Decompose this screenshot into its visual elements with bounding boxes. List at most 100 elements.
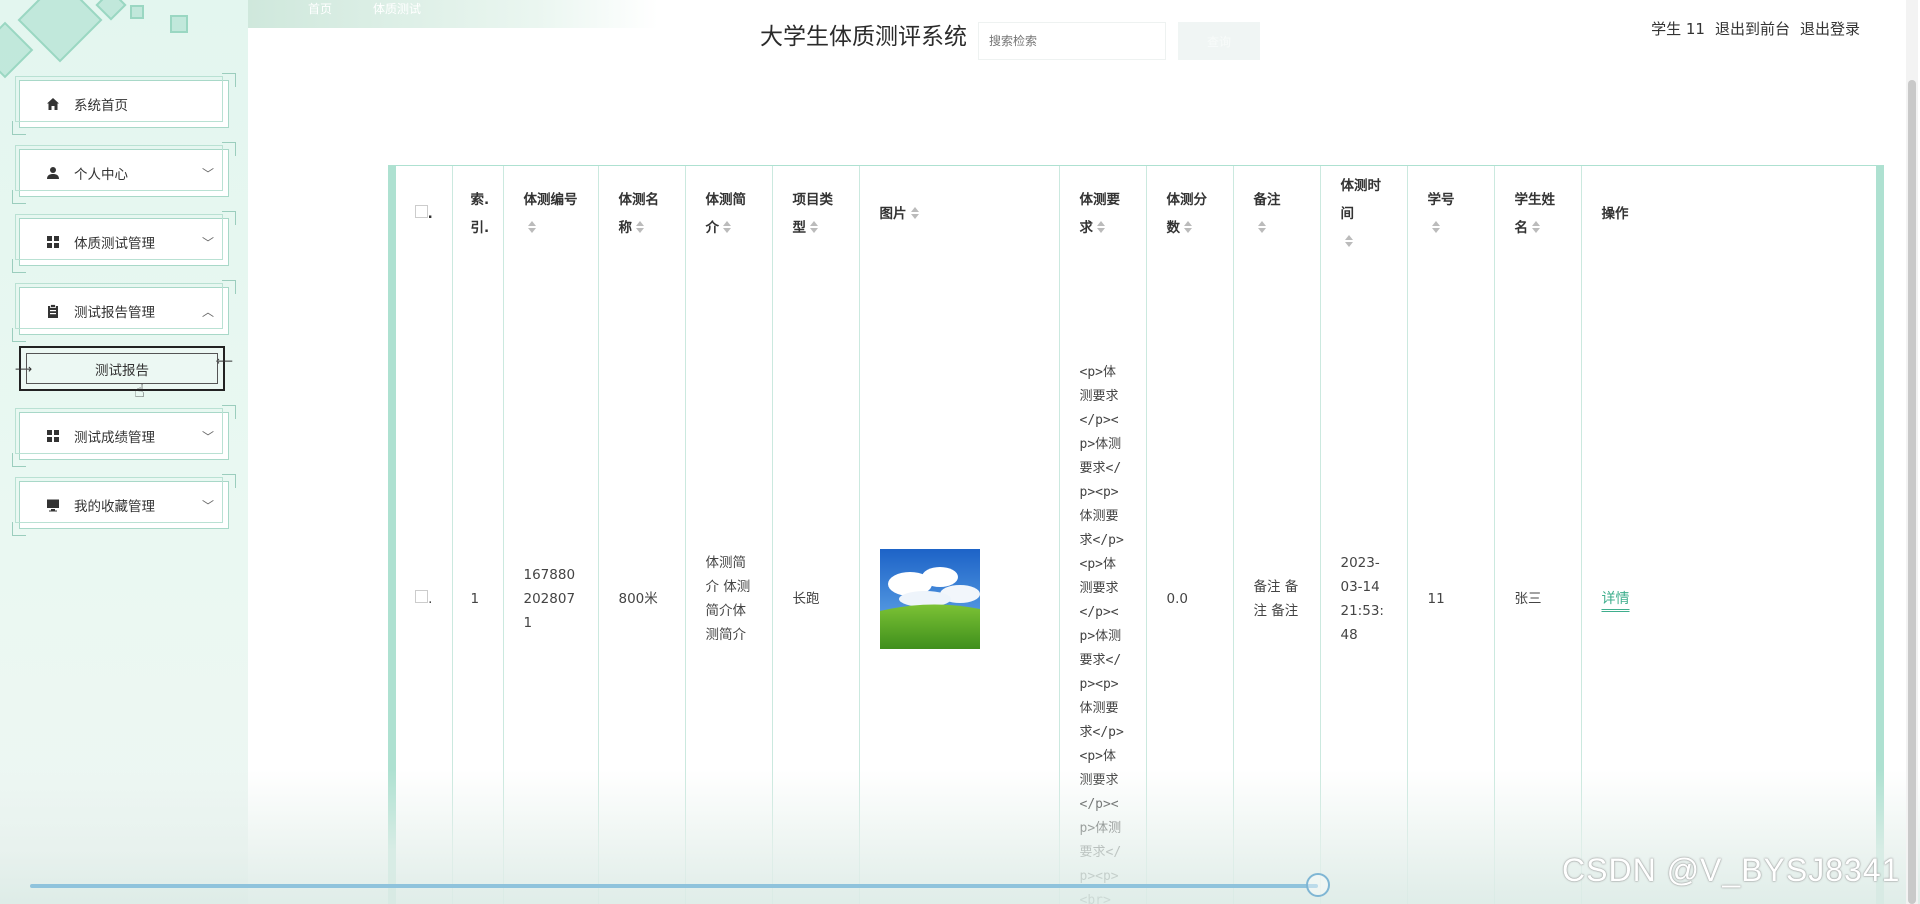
sidebar-item-label: 测试成绩管理 (74, 430, 155, 446)
submenu-item-label: 测试报告 (95, 362, 149, 379)
corner-decor (222, 474, 236, 488)
chevron-down-icon: ﹀ (201, 167, 214, 181)
sidebar-item-label: 体质测试管理 (74, 236, 155, 252)
hand-cursor-icon: ☝ (134, 381, 145, 402)
cell-type: 长跑 (771, 261, 859, 904)
breadcrumb-item[interactable]: 首页 (308, 0, 332, 17)
sort-icon[interactable] (1345, 235, 1353, 247)
vertical-scrollbar[interactable] (1906, 0, 1918, 904)
sidebar-item-fitness-test[interactable]: 体质测试管理 ﹀ (12, 211, 236, 273)
select-all-checkbox[interactable] (414, 204, 428, 218)
logout-link[interactable]: 退出登录 (1800, 18, 1860, 39)
monitor-icon (46, 498, 60, 512)
grid-icon (46, 235, 60, 249)
back-to-front-link[interactable]: 退出到前台 (1715, 18, 1790, 39)
decor-square (170, 15, 188, 33)
decor-square (17, 0, 103, 63)
column-header-index: 索.引. (451, 166, 503, 261)
home-icon (46, 97, 60, 111)
cell-score: 0.0 (1145, 261, 1233, 904)
corner-decor (12, 190, 26, 204)
column-header-image[interactable]: 图片 (858, 166, 1059, 261)
sort-icon[interactable] (528, 221, 536, 233)
column-header-requirement[interactable]: 体测要求 (1058, 166, 1146, 261)
watermark: CSDN @V_BYSJ8341 (1562, 852, 1901, 888)
vertical-scroll-thumb[interactable] (1908, 80, 1916, 904)
sort-icon[interactable] (911, 207, 919, 219)
corner-decor (12, 328, 26, 342)
horizontal-scroll-handle[interactable] (1306, 873, 1330, 897)
column-header-note[interactable]: 备注 (1232, 166, 1320, 261)
sidebar-item-label: 个人中心 (74, 167, 128, 183)
corner-decor (222, 73, 236, 87)
table-row: . 1 1678802028071 800米 体测简介 体测简介体测简介 长跑 (396, 261, 1886, 904)
sidebar-item-label: 系统首页 (74, 98, 128, 114)
detail-link[interactable]: 详情 (1602, 591, 1630, 607)
corner-decor (222, 142, 236, 156)
clipboard-icon (46, 304, 60, 318)
corner-decor (222, 405, 236, 419)
sort-icon[interactable] (1184, 221, 1192, 233)
cell-student-name: 张三 (1493, 261, 1581, 904)
sidebar-item-test-report[interactable]: 测试报告管理 ︿ (12, 280, 236, 342)
column-header-label: 备注 (1253, 191, 1281, 208)
chevron-down-icon: ﹀ (201, 499, 214, 513)
column-header-score[interactable]: 体测分数 (1145, 166, 1233, 261)
column-header-time[interactable]: 体测时间 (1319, 166, 1407, 261)
chevron-down-icon: ﹀ (201, 430, 214, 444)
sort-icon[interactable] (723, 221, 731, 233)
cell-name: 800米 (597, 261, 685, 904)
row-checkbox-cell: . (396, 261, 452, 904)
sidebar-item-favorites[interactable]: 我的收藏管理 ﹀ (12, 474, 236, 536)
page-title: 大学生体质测评系统 (760, 24, 967, 50)
sidebar-item-personal-center[interactable]: 个人中心 ﹀ (12, 142, 236, 204)
user-bar: 学生 11 退出到前台 退出登录 (1651, 18, 1860, 39)
column-header-label: 学号 (1427, 191, 1455, 208)
column-header-student-name[interactable]: 学生姓名 (1493, 166, 1581, 261)
breadcrumb-item[interactable]: 体质测试 (373, 0, 421, 17)
search-button[interactable]: 查询 (1178, 22, 1260, 60)
sort-icon[interactable] (636, 221, 644, 233)
column-header-label: 体测编号 (523, 191, 578, 208)
select-all-checkbox-cell: . (396, 166, 452, 261)
search-input[interactable] (978, 22, 1166, 60)
data-table-container: . 索.引. 体测编号 体测名称 体测简介 项目类型 图片 体测要求 体测分数 … (388, 165, 1886, 904)
breadcrumb: 首页 体质测试 (248, 0, 658, 28)
column-header-intro[interactable]: 体测简介 (684, 166, 772, 261)
sort-icon[interactable] (1432, 221, 1440, 233)
sidebar-item-home[interactable]: 系统首页 (12, 73, 236, 135)
corner-decor (222, 280, 236, 294)
arrow-left-icon: ⟵ (215, 354, 233, 368)
sidebar-item-test-score[interactable]: 测试成绩管理 ﹀ (12, 405, 236, 467)
column-header-label: 图片 (879, 205, 907, 222)
sort-icon[interactable] (1258, 221, 1266, 233)
row-checkbox[interactable] (415, 590, 429, 603)
cell-time: 2023-03-14 21:53:48 (1319, 261, 1407, 904)
table-header-row: . 索.引. 体测编号 体测名称 体测简介 项目类型 图片 体测要求 体测分数 … (396, 166, 1886, 261)
sort-icon[interactable] (1532, 221, 1540, 233)
corner-decor (12, 522, 26, 536)
decor-square (130, 5, 144, 19)
cell-action: 详情 (1580, 261, 1886, 904)
chevron-up-icon: ︿ (201, 305, 214, 319)
sort-icon[interactable] (1097, 221, 1105, 233)
corner-decor (12, 121, 26, 135)
grid-icon (46, 429, 60, 443)
corner-decor (222, 211, 236, 225)
submenu-item-test-report[interactable]: ⟶ 测试报告 ⟵ (15, 346, 233, 391)
column-header-code[interactable]: 体测编号 (502, 166, 598, 261)
horizontal-scrollbar[interactable] (30, 884, 1318, 888)
column-header-label: 体测时间 (1340, 177, 1382, 222)
cell-code: 1678802028071 (502, 261, 598, 904)
sidebar-item-label: 我的收藏管理 (74, 499, 155, 515)
sidebar: 系统首页 个人中心 ﹀ 体质测试管理 ﹀ 测试报告管理 ︿ ⟶ 测试报告 ⟵ 测… (0, 0, 248, 904)
user-icon (46, 166, 60, 180)
sort-icon[interactable] (810, 221, 818, 233)
thumbnail-image[interactable] (879, 549, 980, 649)
cell-note: 备注 备注 备注 (1232, 261, 1320, 904)
column-header-student-id[interactable]: 学号 (1406, 166, 1494, 261)
cell-student-id: 11 (1406, 261, 1494, 904)
column-header-name[interactable]: 体测名称 (597, 166, 685, 261)
corner-decor (12, 453, 26, 467)
column-header-type[interactable]: 项目类型 (771, 166, 859, 261)
